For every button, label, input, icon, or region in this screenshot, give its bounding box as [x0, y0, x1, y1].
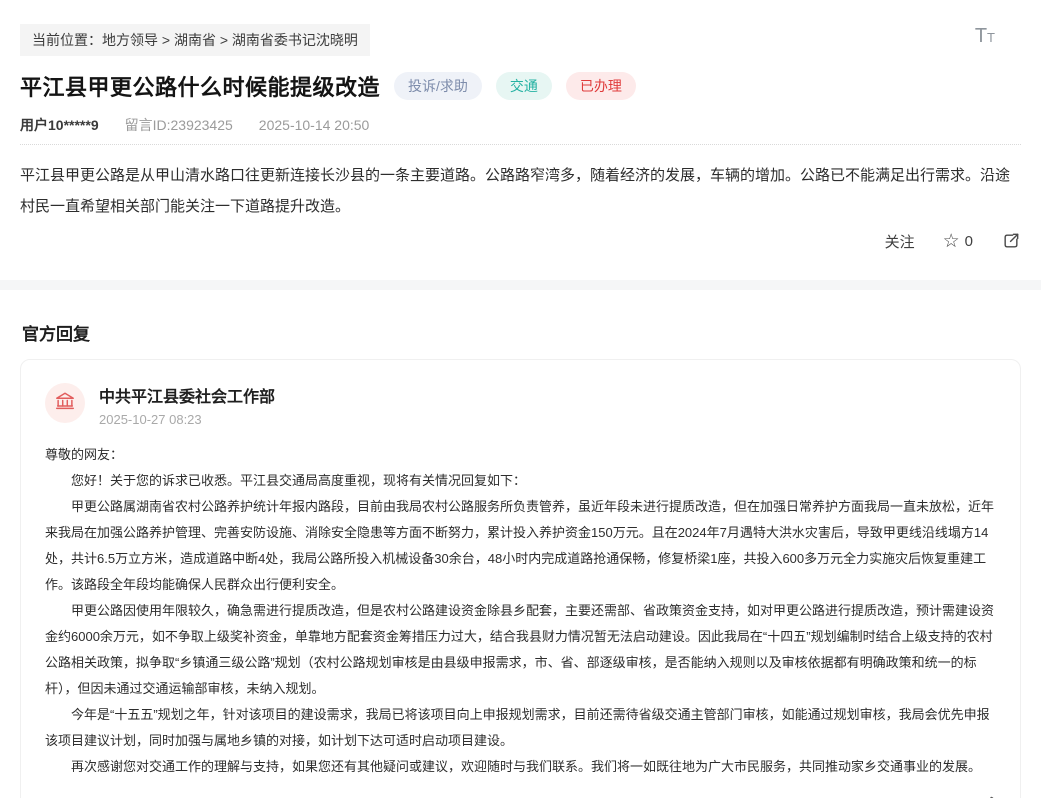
font-size-toggle[interactable]: TT [975, 26, 995, 46]
section-separator [0, 280, 1041, 290]
follow-label: 关注 [885, 231, 915, 252]
reply-paragraph: 您好！关于您的诉求已收悉。平江县交通局高度重视，现将有关情况回复如下： [45, 468, 1000, 494]
reply-author-block: 中共平江县委社会工作部 2025-10-27 08:23 [99, 383, 275, 427]
star-button[interactable]: ☆ 0 [943, 232, 973, 251]
page-title: 平江县甲更公路什么时候能提级改造 [20, 70, 380, 102]
font-size-big-glyph: T [975, 25, 987, 47]
reply-section-heading: 官方回复 [22, 320, 1021, 345]
message-id: 留言ID:23923425 [125, 115, 233, 135]
tag-status: 已办理 [566, 72, 636, 100]
title-row: 平江县甲更公路什么时候能提级改造 投诉/求助 交通 已办理 [20, 70, 1021, 102]
reply-paragraph: 甲更公路属湖南省农村公路养护统计年报内路段，目前由我局农村公路服务所负责管养，虽… [45, 494, 1000, 598]
message-meta: 用户10*****9 留言ID:23923425 2025-10-14 20:5… [20, 115, 1021, 145]
breadcrumb[interactable]: 当前位置：地方领导 > 湖南省 > 湖南省委书记沈晓明 [20, 24, 370, 56]
reply-card: 中共平江县委社会工作部 2025-10-27 08:23 尊敬的网友： 您好！关… [20, 359, 1021, 798]
reply-paragraph: 甲更公路因使用年限较久，确急需进行提质改造，但是农村公路建设资金除县乡配套，主要… [45, 598, 1000, 702]
reply-body: 尊敬的网友： 您好！关于您的诉求已收悉。平江县交通局高度重视，现将有关情况回复如… [45, 442, 1000, 780]
star-count: 0 [965, 233, 973, 250]
message-body: 平江县甲更公路是从甲山清水路口往更新连接长沙县的一条主要道路。公路路窄湾多，随着… [20, 160, 1021, 222]
avatar [45, 383, 85, 423]
tag-domain: 交通 [496, 72, 552, 100]
reply-paragraph: 尊敬的网友： [45, 442, 1000, 468]
message-datetime: 2025-10-14 20:50 [259, 117, 370, 133]
username: 用户10*****9 [20, 115, 99, 135]
tag-category: 投诉/求助 [394, 72, 482, 100]
message-card: 平江县甲更公路什么时候能提级改造 投诉/求助 交通 已办理 用户10*****9… [0, 70, 1041, 254]
reply-header: 中共平江县委社会工作部 2025-10-27 08:23 [45, 383, 1000, 427]
share-icon [1001, 231, 1021, 251]
official-reply-section: 官方回复 中共平江县委社会工作部 2025-10-27 08:23 尊敬的网 [0, 320, 1041, 798]
reply-paragraph: 今年是“十五五”规划之年，针对该项目的建设需求，我局已将该项目向上申报规划需求，… [45, 702, 1000, 754]
star-icon: ☆ [943, 232, 960, 251]
reply-paragraph: 再次感谢您对交通工作的理解与支持，如果您还有其他疑问或建议，欢迎随时与我们联系。… [45, 754, 1000, 780]
share-button[interactable] [1001, 231, 1021, 251]
font-size-small-glyph: T [987, 30, 995, 45]
government-building-icon [54, 390, 76, 417]
follow-button[interactable]: 关注 [885, 231, 915, 252]
message-actions: 关注 ☆ 0 [20, 228, 1021, 254]
reply-datetime: 2025-10-27 08:23 [99, 412, 275, 427]
department-name: 中共平江县委社会工作部 [99, 383, 275, 407]
top-bar: 当前位置：地方领导 > 湖南省 > 湖南省委书记沈晓明 TT [0, 0, 1041, 56]
